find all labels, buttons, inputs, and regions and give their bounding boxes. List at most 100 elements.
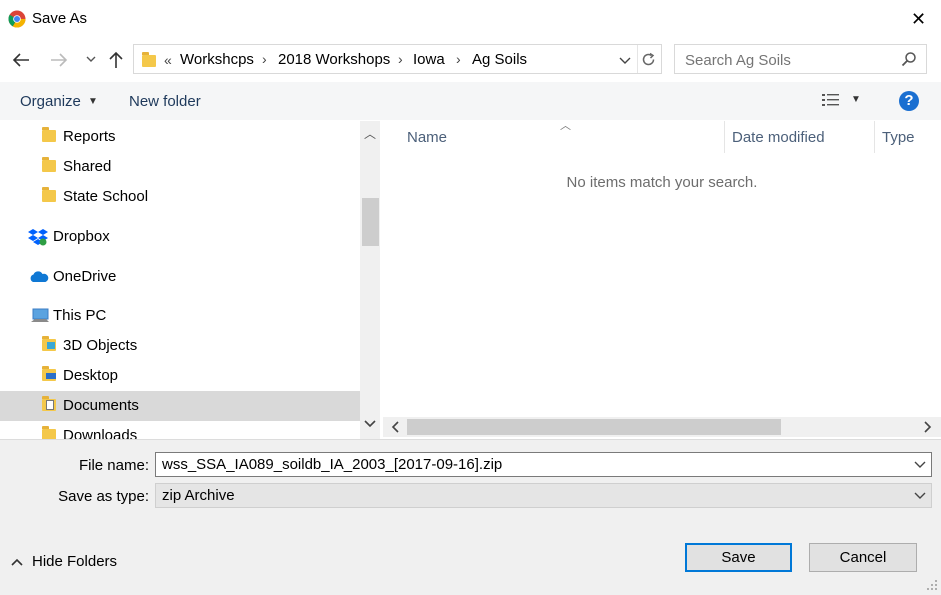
refresh-button[interactable] <box>640 51 657 68</box>
downloads-folder-icon <box>42 426 56 439</box>
nav-item-downloads[interactable]: Downloads <box>0 421 360 439</box>
search-box[interactable] <box>674 44 927 74</box>
scroll-right-icon[interactable] <box>921 421 933 433</box>
cancel-button[interactable]: Cancel <box>809 543 917 572</box>
breadcrumb-workshcps[interactable]: Workshcps <box>180 51 254 68</box>
folder-icon <box>42 157 56 172</box>
horizontal-scrollbar[interactable] <box>383 417 941 437</box>
nav-item-label: 3D Objects <box>63 337 138 354</box>
breadcrumb-iowa[interactable]: Iowa <box>413 51 445 68</box>
save-button[interactable]: Save <box>685 543 792 572</box>
help-icon: ? <box>904 92 914 109</box>
scroll-left-icon[interactable] <box>390 421 402 433</box>
nav-item-label: OneDrive <box>53 268 117 285</box>
breadcrumb-separator: › <box>398 51 403 67</box>
navigation-pane[interactable]: Reports Shared State School Dropbox OneD… <box>0 121 383 439</box>
view-dropdown-icon[interactable]: ▼ <box>851 94 861 105</box>
back-button[interactable] <box>10 50 32 70</box>
nav-item-3d-objects[interactable]: 3D Objects <box>0 331 360 361</box>
back-arrow-icon <box>12 53 29 67</box>
nav-item-reports[interactable]: Reports <box>0 122 360 152</box>
address-dropdown-button[interactable] <box>618 53 632 67</box>
title-bar: Save As ✕ <box>0 0 941 38</box>
empty-message: No items match your search. <box>566 174 758 191</box>
scrollbar-thumb[interactable] <box>362 198 379 246</box>
divider <box>637 45 638 73</box>
nav-item-label: This PC <box>53 307 107 324</box>
nav-item-dropbox[interactable]: Dropbox <box>0 222 360 252</box>
file-name-label: File name: <box>78 457 149 474</box>
view-options-button[interactable] <box>821 92 841 108</box>
column-header-name[interactable]: Name <box>407 129 447 146</box>
file-list[interactable]: ︿ Name Date modified Type No items match… <box>383 120 941 439</box>
forward-arrow-icon <box>51 53 68 67</box>
3d-objects-icon <box>42 336 56 351</box>
nav-item-label: Shared <box>63 158 112 175</box>
details-view-icon <box>822 94 839 106</box>
organize-button[interactable]: Organize ▼ <box>20 93 98 110</box>
help-button[interactable]: ? <box>899 91 919 111</box>
column-divider[interactable] <box>724 121 725 153</box>
nav-item-label: State School <box>63 188 149 205</box>
chrome-icon <box>8 10 26 28</box>
command-bar: Organize ▼ New folder ▼ ? <box>0 82 941 120</box>
organize-label: Organize <box>20 93 81 110</box>
file-name-field[interactable]: wss_SSA_IA089_soildb_IA_2003_[2017-09-16… <box>155 452 932 477</box>
computer-icon <box>30 308 50 324</box>
breadcrumb-2018-workshops[interactable]: 2018 Workshops <box>278 51 390 68</box>
chevron-down-icon[interactable] <box>914 458 926 470</box>
address-row: « Workshcps › 2018 Workshops › Iowa › Ag… <box>0 38 941 82</box>
forward-button[interactable] <box>48 50 70 70</box>
documents-folder-icon <box>42 396 56 411</box>
save-type-value: zip Archive <box>162 487 235 504</box>
nav-item-label: Dropbox <box>53 228 110 245</box>
new-folder-button[interactable]: New folder <box>129 93 201 110</box>
search-icon <box>901 51 917 67</box>
recent-locations-button[interactable] <box>84 52 98 66</box>
save-form: File name: wss_SSA_IA089_soildb_IA_2003_… <box>0 439 941 595</box>
save-type-label: Save as type: <box>58 488 149 505</box>
column-header-date-modified[interactable]: Date modified <box>732 129 825 146</box>
chevron-down-icon <box>86 56 96 62</box>
nav-item-shared[interactable]: Shared <box>0 152 360 182</box>
refresh-icon <box>642 52 655 66</box>
chevron-down-icon <box>914 489 926 501</box>
sort-ascending-icon: ︿ <box>560 120 571 132</box>
close-button[interactable]: ✕ <box>896 0 941 38</box>
scroll-up-icon[interactable]: ︿ <box>364 125 376 142</box>
nav-item-label: Desktop <box>63 367 119 384</box>
nav-item-documents[interactable]: Documents <box>0 391 360 421</box>
column-divider[interactable] <box>874 121 875 153</box>
scrollbar-thumb[interactable] <box>407 419 781 435</box>
nav-item-label: Downloads <box>63 427 138 439</box>
nav-item-label: Documents <box>63 397 139 414</box>
onedrive-icon <box>29 271 49 283</box>
up-button[interactable] <box>106 50 126 70</box>
breadcrumb-ag-soils[interactable]: Ag Soils <box>472 51 527 68</box>
overflow-chevron[interactable]: « <box>164 52 172 68</box>
dropdown-arrow-icon: ▼ <box>88 96 98 107</box>
window-title: Save As <box>32 10 88 27</box>
desktop-folder-icon <box>42 366 56 381</box>
close-icon: ✕ <box>910 9 927 29</box>
nav-item-state-school[interactable]: State School <box>0 182 360 212</box>
address-bar[interactable]: « Workshcps › 2018 Workshops › Iowa › Ag… <box>133 44 662 74</box>
folder-icon <box>42 187 56 202</box>
breadcrumb-separator: › <box>456 51 461 67</box>
chevron-up-icon <box>10 556 24 568</box>
search-input[interactable] <box>683 49 897 71</box>
nav-item-onedrive[interactable]: OneDrive <box>0 262 360 292</box>
nav-scrollbar[interactable]: ︿ <box>360 121 380 439</box>
nav-item-this-pc[interactable]: This PC <box>0 301 360 331</box>
nav-item-desktop[interactable]: Desktop <box>0 361 360 391</box>
folder-icon <box>42 127 56 142</box>
resize-grip-icon[interactable] <box>926 579 938 591</box>
breadcrumb-separator: › <box>262 51 267 67</box>
save-type-select[interactable]: zip Archive <box>155 483 932 508</box>
column-header-type[interactable]: Type <box>882 129 915 146</box>
scroll-down-icon[interactable] <box>364 417 376 429</box>
chevron-down-icon <box>619 57 631 64</box>
folder-icon <box>142 52 156 67</box>
dropbox-icon <box>28 228 48 246</box>
nav-item-label: Reports <box>63 128 116 145</box>
